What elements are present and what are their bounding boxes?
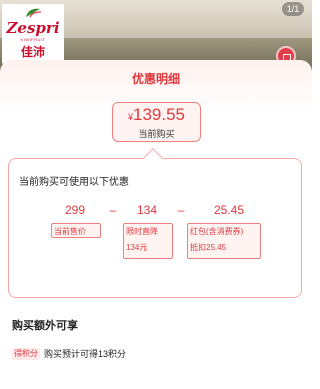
discount-calculation-card: 当前购买可使用以下优惠 299 – 134 – 25.45 当前售价 限时直降 … [8,158,302,298]
sheet-title: 优惠明细 [131,72,180,86]
image-page-indicator: 1/1 [282,2,304,16]
red-packet-value: 25.45 [213,203,245,217]
points-text: 购买预计可得13积分 [44,349,127,359]
tag-direct-discount-label: 限时直降 [126,227,158,236]
minus-operator: – [109,203,117,217]
extra-benefits-heading: 购买额外可享 [12,320,78,332]
current-price-value: 139.55 [133,105,185,124]
points-badge: 得积分 [12,348,40,360]
leaf-icon [26,8,42,18]
discount-detail-sheet: 优惠明细 ¥139.55 当前购买 当前购买可使用以下优惠 299 – 134 … [0,60,312,389]
brand-sub: KIWIFRUIT [20,37,46,42]
original-price-value: 299 [64,203,86,217]
current-price-label: 当前购买 [138,129,175,139]
minus-operator: – [177,203,185,217]
tag-red-packet-label: 红包(含消费券) [190,227,244,236]
tag-original-price-label: 当前售价 [54,227,86,236]
brand-logo: Zespri KIWIFRUIT 佳沛 [2,4,64,64]
calc-heading: 当前购买可使用以下优惠 [19,177,129,188]
tag-original-price: 当前售价 [51,223,101,238]
current-price-box: ¥139.55 当前购买 [112,102,201,142]
brand-word: Zespri [6,19,60,37]
tag-red-packet-detail: 抵扣25.45 [190,243,227,252]
tag-red-packet: 红包(含消费券) 抵扣25.45 [187,223,261,259]
brand-cn: 佳沛 [20,45,45,59]
current-price: ¥139.55 [113,105,200,125]
tag-direct-discount: 限时直降 134元 [123,223,173,259]
tag-direct-discount-detail: 134元 [126,243,148,252]
direct-discount-value: 134 [136,203,158,217]
